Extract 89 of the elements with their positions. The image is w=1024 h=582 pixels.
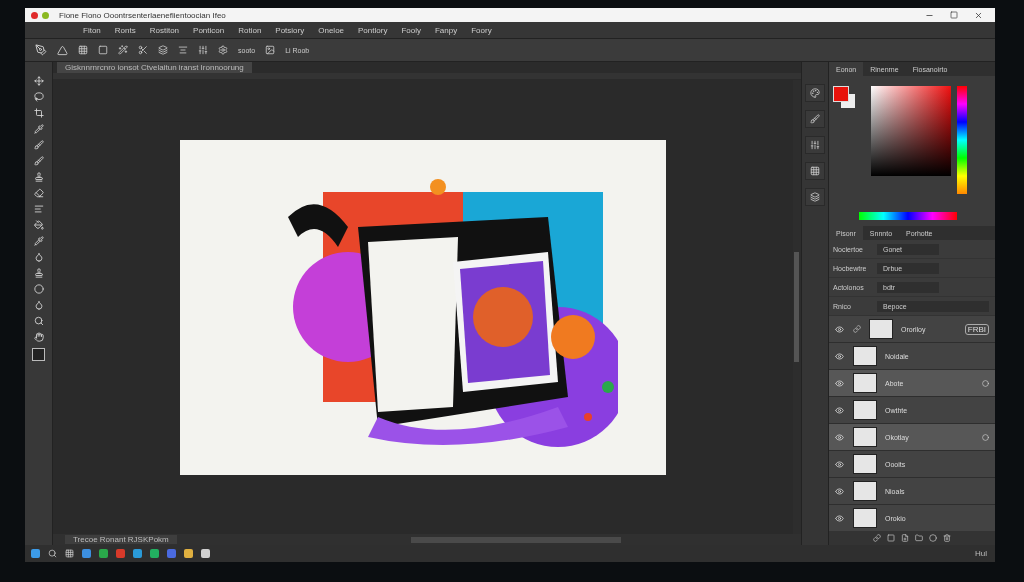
status-text: Trecoe Ronant RJSKPokm bbox=[65, 535, 177, 544]
grid-icon[interactable] bbox=[78, 45, 88, 55]
triangle-icon[interactable] bbox=[57, 44, 68, 56]
color-field[interactable] bbox=[871, 86, 951, 176]
sliders-icon[interactable] bbox=[198, 45, 208, 55]
trash-icon[interactable] bbox=[943, 534, 951, 542]
circle-icon[interactable] bbox=[33, 284, 44, 294]
menu-item[interactable]: Fiton bbox=[83, 25, 101, 35]
new-layer-icon[interactable] bbox=[901, 534, 909, 542]
panel-button[interactable] bbox=[805, 188, 825, 206]
eye-icon[interactable] bbox=[835, 378, 844, 388]
menu-item[interactable]: Pontlory bbox=[358, 25, 388, 35]
maximize-icon[interactable] bbox=[950, 11, 958, 19]
brush-icon[interactable] bbox=[33, 140, 44, 150]
pen-icon[interactable] bbox=[35, 44, 47, 56]
eye-icon[interactable] bbox=[835, 351, 844, 361]
layers-icon[interactable] bbox=[158, 45, 168, 55]
search-icon[interactable] bbox=[48, 549, 57, 558]
palette-icon bbox=[810, 88, 820, 98]
menu-item[interactable]: Ponticon bbox=[193, 25, 225, 35]
search-icon[interactable] bbox=[33, 316, 44, 326]
drop-icon[interactable] bbox=[33, 252, 44, 262]
eyedropper-icon[interactable] bbox=[33, 124, 44, 134]
crop-icon[interactable] bbox=[33, 108, 44, 118]
eye-icon[interactable] bbox=[835, 459, 844, 469]
layer-thumbnail bbox=[853, 508, 877, 528]
stamp-icon[interactable] bbox=[33, 172, 44, 182]
eyedropper-icon[interactable] bbox=[33, 236, 44, 246]
scissors-icon[interactable] bbox=[138, 45, 148, 55]
layer-thumbnail bbox=[853, 346, 877, 366]
app-dot bbox=[42, 11, 49, 19]
eye-icon[interactable] bbox=[835, 405, 844, 415]
color-swatches[interactable] bbox=[833, 86, 857, 110]
eye-icon[interactable] bbox=[835, 324, 844, 334]
stamp-icon[interactable] bbox=[33, 268, 44, 278]
taskview-icon[interactable] bbox=[65, 549, 74, 558]
panel-button[interactable] bbox=[805, 162, 825, 180]
square-icon[interactable] bbox=[98, 45, 108, 55]
layer-thumbnail bbox=[869, 319, 893, 339]
menu-item[interactable]: Fanpy bbox=[434, 25, 458, 35]
grid-icon bbox=[810, 166, 820, 176]
menu-item[interactable]: Potsiory bbox=[275, 25, 305, 35]
lines-icon[interactable] bbox=[33, 204, 44, 214]
layer-thumbnail bbox=[853, 400, 877, 420]
image-icon[interactable] bbox=[265, 45, 276, 55]
menu-item[interactable]: Rostiton bbox=[149, 25, 180, 35]
square-icon[interactable] bbox=[887, 534, 895, 542]
circle-icon bbox=[982, 379, 989, 387]
menu-item[interactable]: Foory bbox=[471, 25, 492, 35]
brush-icon[interactable] bbox=[33, 156, 44, 166]
drop-icon[interactable] bbox=[33, 300, 44, 310]
layer-thumbnail bbox=[853, 427, 877, 447]
menu-item[interactable]: Rotion bbox=[238, 25, 262, 35]
menu-item[interactable]: Oneloe bbox=[318, 25, 345, 35]
window-title: Fione Flono Ooontrsenterlaeneflientoocian Ifeo bbox=[59, 10, 227, 20]
color-swatch[interactable] bbox=[32, 348, 45, 361]
layer-thumbnail bbox=[853, 481, 877, 501]
start-icon[interactable] bbox=[31, 549, 40, 558]
hand-icon[interactable] bbox=[33, 332, 44, 342]
close-dot[interactable] bbox=[31, 11, 38, 19]
layer-thumbnail bbox=[853, 373, 877, 393]
eye-icon[interactable] bbox=[835, 486, 844, 496]
eye-icon[interactable] bbox=[835, 432, 844, 442]
layer-thumbnail bbox=[853, 454, 877, 474]
sliders-icon bbox=[810, 140, 820, 150]
layers-icon bbox=[810, 192, 820, 202]
align-icon[interactable] bbox=[178, 45, 188, 55]
link-icon[interactable] bbox=[873, 534, 881, 542]
brush-icon bbox=[810, 114, 820, 124]
eye-icon[interactable] bbox=[835, 513, 844, 523]
layer-badge: FRBI bbox=[964, 323, 989, 335]
eraser-icon[interactable] bbox=[33, 188, 44, 198]
circle-icon bbox=[982, 433, 989, 441]
panel-button[interactable] bbox=[805, 136, 825, 154]
lasso-icon[interactable] bbox=[33, 92, 44, 102]
folder-icon[interactable] bbox=[915, 534, 923, 542]
scrollbar[interactable] bbox=[411, 536, 621, 543]
close-icon[interactable] bbox=[974, 10, 983, 20]
status-text: Hul bbox=[975, 549, 987, 558]
circle-icon[interactable] bbox=[929, 534, 937, 542]
move-icon[interactable] bbox=[33, 76, 44, 86]
panel-button[interactable] bbox=[805, 110, 825, 128]
menu-item[interactable]: Fooly bbox=[401, 25, 421, 35]
bucket-icon[interactable] bbox=[33, 220, 44, 230]
wand-icon[interactable] bbox=[118, 45, 128, 55]
settings-icon[interactable] bbox=[218, 45, 228, 55]
panel-button[interactable] bbox=[805, 84, 825, 102]
menu-item[interactable]: Ronts bbox=[114, 25, 136, 35]
document-tab[interactable]: Gisknnrnrcnro ionsot Ctvelaitun iranst Ironnoorung bbox=[57, 62, 252, 73]
